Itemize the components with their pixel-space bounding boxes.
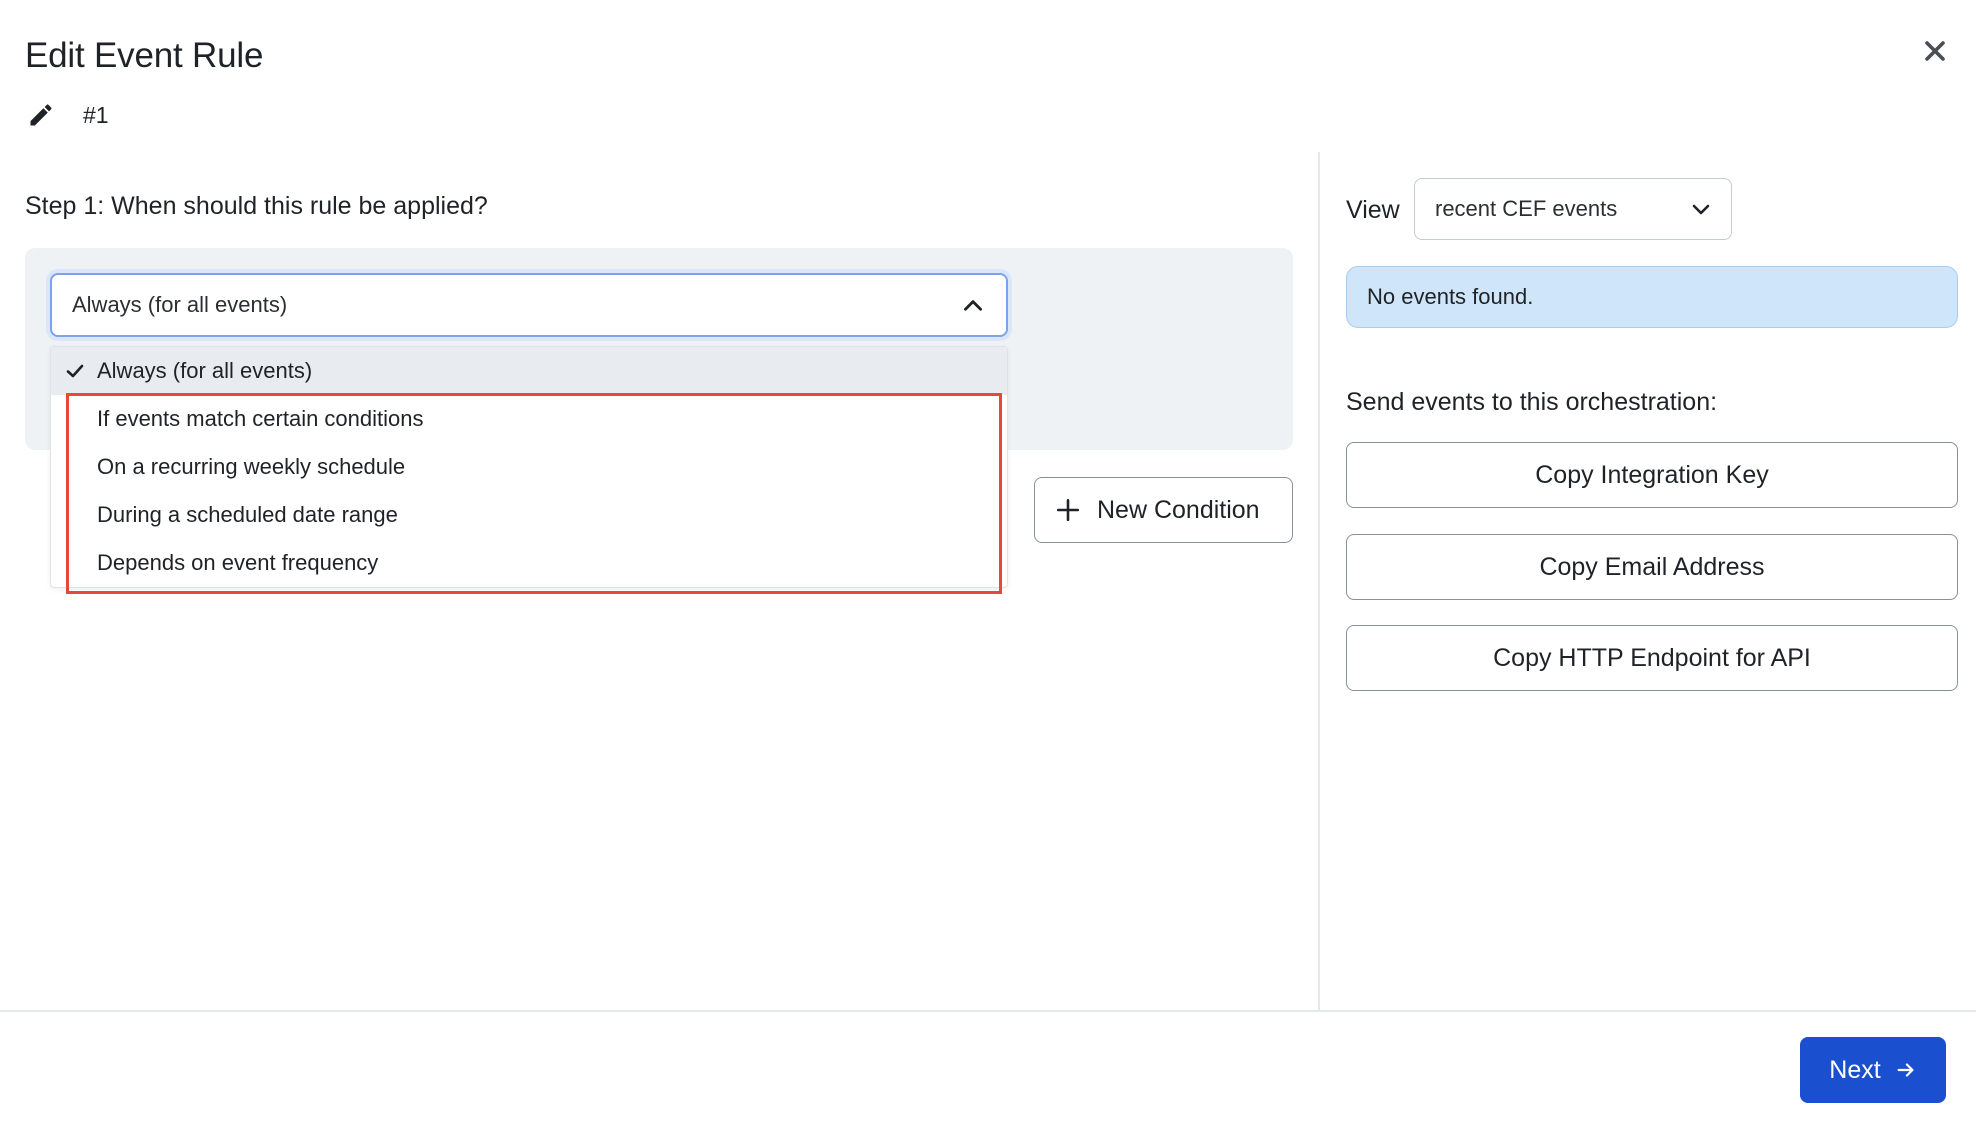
dialog-title: Edit Event Rule	[25, 36, 264, 75]
chevron-up-icon	[964, 300, 982, 311]
option-weekly-schedule[interactable]: On a recurring weekly schedule	[51, 443, 1007, 491]
option-label: During a scheduled date range	[97, 502, 398, 527]
view-selected-value: recent CEF events	[1435, 196, 1618, 221]
view-events-select[interactable]: recent CEF events	[1414, 178, 1732, 240]
footer-divider	[0, 1010, 1976, 1012]
column-divider	[1318, 152, 1320, 1010]
option-label: Depends on event frequency	[97, 550, 379, 575]
chevron-down-icon	[1692, 204, 1710, 215]
send-events-title: Send events to this orchestration:	[1346, 388, 1718, 416]
option-event-frequency[interactable]: Depends on event frequency	[51, 539, 1007, 587]
option-conditions[interactable]: If events match certain conditions	[51, 395, 1007, 443]
checkmark-icon	[66, 364, 84, 378]
option-date-range[interactable]: During a scheduled date range	[51, 491, 1007, 539]
rule-timing-select[interactable]: Always (for all events)	[50, 273, 1008, 337]
rule-name-row: #1	[26, 100, 109, 130]
plus-icon	[1056, 498, 1080, 522]
option-always[interactable]: Always (for all events)	[51, 347, 1007, 395]
rule-timing-selected-value: Always (for all events)	[72, 292, 288, 317]
rule-timing-dropdown: Always (for all events) If events match …	[50, 346, 1008, 588]
no-events-alert: No events found.	[1346, 266, 1958, 328]
option-label: If events match certain conditions	[97, 406, 424, 431]
close-icon	[1925, 41, 1945, 61]
edit-rule-name-button[interactable]	[26, 100, 56, 130]
option-label: Always (for all events)	[97, 358, 313, 383]
alert-text: No events found.	[1367, 284, 1534, 309]
new-condition-label: New Condition	[1097, 495, 1260, 524]
new-condition-button[interactable]: New Condition	[1034, 477, 1293, 543]
copy-http-endpoint-button[interactable]: Copy HTTP Endpoint for API	[1346, 625, 1958, 691]
next-label: Next	[1829, 1055, 1881, 1084]
view-label: View	[1346, 196, 1400, 224]
rule-id: #1	[83, 101, 109, 128]
next-button[interactable]: Next	[1800, 1037, 1946, 1103]
pencil-icon	[30, 104, 52, 126]
close-button[interactable]	[1918, 34, 1952, 68]
step-1-title: Step 1: When should this rule be applied…	[25, 192, 488, 220]
copy-email-address-button[interactable]: Copy Email Address	[1346, 534, 1958, 600]
arrow-right-icon	[1897, 1063, 1914, 1077]
option-label: On a recurring weekly schedule	[97, 454, 406, 479]
copy-integration-key-button[interactable]: Copy Integration Key	[1346, 442, 1958, 508]
